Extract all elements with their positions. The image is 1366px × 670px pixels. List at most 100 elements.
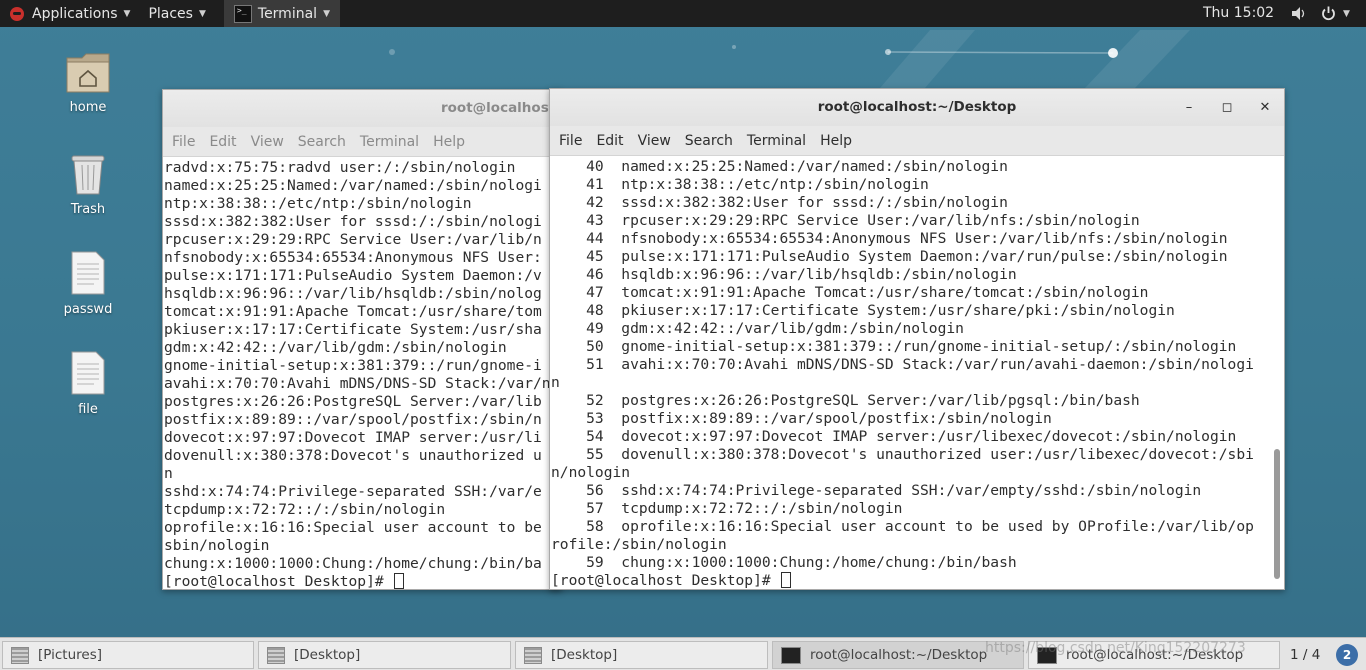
places-menu[interactable]: Places ▼	[140, 0, 215, 27]
workspace-pager[interactable]: 1 / 4	[1290, 647, 1320, 663]
terminal-line: 51 avahi:x:70:70:Avahi mDNS/DNS-SD Stack…	[551, 356, 1254, 373]
terminal-line: 49 gdm:x:42:42::/var/lib/gdm:/sbin/nolog…	[551, 320, 964, 337]
terminal-line: n	[551, 374, 560, 391]
window-title-bar[interactable]: root@localhost:~/Desktop – ◻ ✕	[550, 89, 1284, 126]
terminal-line: oprofile:x:16:16:Special user account to…	[164, 519, 542, 536]
menu-help[interactable]: Help	[813, 133, 859, 149]
desktop-icon-trash[interactable]: Trash	[43, 150, 133, 217]
terminal-line: 46 hsqldb:x:96:96::/var/lib/hsqldb:/sbin…	[551, 266, 1017, 283]
clock[interactable]: Thu 15:02	[1203, 0, 1274, 27]
terminal-icon: >_	[233, 4, 252, 23]
folder-icon	[11, 646, 29, 664]
terminal-line: hsqldb:x:96:96::/var/lib/hsqldb:/sbin/no…	[164, 285, 542, 302]
chevron-down-icon: ▼	[323, 8, 330, 19]
terminal-line: 40 named:x:25:25:Named:/var/named:/sbin/…	[551, 158, 1008, 175]
terminal-line: 55 dovenull:x:380:378:Dovecot's unauthor…	[551, 446, 1254, 463]
desktop-icon-label: passwd	[63, 302, 113, 317]
terminal-line: 42 sssd:x:382:382:User for sssd:/:/sbin/…	[551, 194, 1008, 211]
desktop-icon-label: home	[69, 100, 107, 115]
menu-edit[interactable]: Edit	[202, 134, 243, 150]
terminal-line: rofile:/sbin/nologin	[551, 536, 727, 553]
chevron-down-icon: ▼	[198, 8, 206, 19]
terminal-app-menu[interactable]: >_ Terminal ▼	[223, 0, 340, 27]
shell-prompt: [root@localhost Desktop]#	[551, 572, 780, 589]
terminal-line: 48 pkiuser:x:17:17:Certificate System:/u…	[551, 302, 1175, 319]
chevron-down-icon[interactable]: ▼	[1343, 9, 1350, 19]
terminal-icon	[781, 646, 801, 664]
bottom-taskbar: [Pictures] [Desktop] [Desktop] root@loca…	[0, 637, 1366, 670]
terminal-line: n/nologin	[551, 464, 631, 481]
terminal-line: 45 pulse:x:171:171:PulseAudio System Dae…	[551, 248, 1228, 265]
terminal-line: sbin/nologin	[164, 537, 270, 554]
terminal-line: gdm:x:42:42::/var/lib/gdm:/sbin/nologin	[164, 339, 507, 356]
menu-help[interactable]: Help	[426, 134, 472, 150]
terminal-line: 43 rpcuser:x:29:29:RPC Service User:/var…	[551, 212, 1140, 229]
terminal-line: 59 chung:x:1000:1000:Chung:/home/chung:/…	[551, 554, 1017, 571]
terminal-label: Terminal	[257, 5, 318, 22]
close-button[interactable]: ✕	[1250, 89, 1280, 126]
scrollbar[interactable]	[1274, 449, 1280, 579]
applications-menu[interactable]: Applications ▼	[0, 0, 140, 27]
terminal-line: nfsnobody:x:65534:65534:Anonymous NFS Us…	[164, 249, 542, 266]
menu-search[interactable]: Search	[291, 134, 353, 150]
watermark: https://blog.csdn.net/King152207273	[985, 640, 1246, 656]
desktop-icon-label: Trash	[70, 202, 106, 217]
redhat-logo-icon	[10, 6, 24, 21]
menu-file[interactable]: File	[552, 133, 589, 149]
home-folder-icon	[66, 53, 110, 93]
desktop-icon-passwd[interactable]: passwd	[43, 250, 133, 317]
task-desktop-1[interactable]: [Desktop]	[258, 641, 511, 669]
terminal-line: 47 tomcat:x:91:91:Apache Tomcat:/usr/sha…	[551, 284, 1149, 301]
terminal-line: ntp:x:38:38::/etc/ntp:/sbin/nologin	[164, 195, 472, 212]
terminal-line: n	[164, 465, 173, 482]
menu-terminal[interactable]: Terminal	[740, 133, 813, 149]
terminal-line: sssd:x:382:382:User for sssd:/:/sbin/nol…	[164, 213, 542, 230]
terminal-window-front[interactable]: root@localhost:~/Desktop – ◻ ✕ File Edit…	[549, 88, 1285, 590]
terminal-line: pulse:x:171:171:PulseAudio System Daemon…	[164, 267, 542, 284]
task-pictures[interactable]: [Pictures]	[2, 641, 254, 669]
menu-edit[interactable]: Edit	[589, 133, 630, 149]
terminal-line: 41 ntp:x:38:38::/etc/ntp:/sbin/nologin	[551, 176, 929, 193]
terminal-line: 52 postgres:x:26:26:PostgreSQL Server:/v…	[551, 392, 1140, 409]
task-label: [Desktop]	[294, 647, 361, 663]
folder-icon	[267, 646, 285, 664]
chevron-down-icon: ▼	[123, 8, 131, 19]
menu-terminal[interactable]: Terminal	[353, 134, 426, 150]
prompt-line[interactable]: [root@localhost Desktop]#	[551, 572, 1284, 589]
text-file-icon	[71, 351, 105, 395]
terminal-output[interactable]: radvd:x:75:75:radvd user:/:/sbin/nologin…	[163, 157, 561, 590]
maximize-button[interactable]: ◻	[1212, 89, 1242, 126]
desktop-icon-label: file	[78, 402, 98, 417]
window-title[interactable]: root@localhost:	[163, 90, 561, 127]
prompt-line[interactable]: [root@localhost Desktop]#	[164, 573, 561, 590]
task-desktop-2[interactable]: [Desktop]	[515, 641, 768, 669]
menu-view[interactable]: View	[631, 133, 678, 149]
text-file-icon	[71, 251, 105, 295]
terminal-line: named:x:25:25:Named:/var/named:/sbin/nol…	[164, 177, 542, 194]
terminal-line: dovecot:x:97:97:Dovecot IMAP server:/usr…	[164, 429, 542, 446]
applications-label: Applications	[32, 5, 118, 22]
terminal-line: gnome-initial-setup:x:381:379::/run/gnom…	[164, 357, 542, 374]
terminal-line: avahi:x:70:70:Avahi mDNS/DNS-SD Stack:/v…	[164, 375, 551, 392]
terminal-line: 58 oprofile:x:16:16:Special user account…	[551, 518, 1254, 535]
text-cursor	[394, 573, 405, 589]
terminal-window-back[interactable]: root@localhost: File Edit View Search Te…	[162, 89, 562, 590]
menu-file[interactable]: File	[165, 134, 202, 150]
terminal-line: 54 dovecot:x:97:97:Dovecot IMAP server:/…	[551, 428, 1237, 445]
desktop-icon-home[interactable]: home	[43, 50, 133, 115]
desktop-icon-file[interactable]: file	[43, 350, 133, 417]
volume-icon[interactable]	[1292, 7, 1306, 20]
terminal-output[interactable]: 40 named:x:25:25:Named:/var/named:/sbin/…	[550, 156, 1284, 589]
terminal-line: 53 postfix:x:89:89::/var/spool/postfix:/…	[551, 410, 1052, 427]
terminal-line: 57 tcpdump:x:72:72::/:/sbin/nologin	[551, 500, 903, 517]
terminal-line: postgres:x:26:26:PostgreSQL Server:/var/…	[164, 393, 542, 410]
menu-search[interactable]: Search	[678, 133, 740, 149]
help-badge[interactable]: 2	[1336, 644, 1358, 666]
minimize-button[interactable]: –	[1174, 89, 1204, 126]
menu-view[interactable]: View	[244, 134, 291, 150]
power-icon[interactable]	[1321, 6, 1336, 21]
trash-icon	[71, 155, 105, 195]
shell-prompt: [root@localhost Desktop]#	[164, 573, 393, 590]
terminal-line: rpcuser:x:29:29:RPC Service User:/var/li…	[164, 231, 542, 248]
folder-icon	[524, 646, 542, 664]
